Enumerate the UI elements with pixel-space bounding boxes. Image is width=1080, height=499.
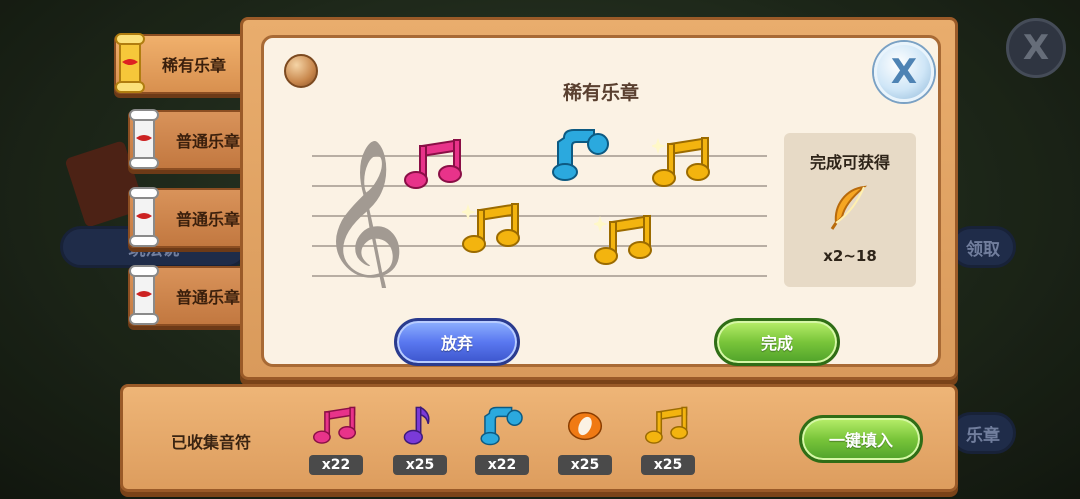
note-count: x22 xyxy=(475,455,529,475)
feather-icon xyxy=(830,185,868,230)
gold-beamed-note-icon[interactable] xyxy=(594,214,656,268)
gold-beamed-note-icon[interactable] xyxy=(652,136,714,190)
reward-title: 完成可获得 xyxy=(809,153,890,172)
complete-button[interactable]: 完成 xyxy=(714,318,840,366)
reward-count: x2~18 xyxy=(823,247,877,265)
reward-box: 完成可获得 x2~18 xyxy=(784,133,916,287)
complete-button-label: 完成 xyxy=(760,334,793,353)
tab-rare-chapter[interactable]: 稀有乐章 xyxy=(114,33,254,94)
fill-all-button[interactable]: 一键填入 xyxy=(799,415,923,463)
blue-eighth-note-icon xyxy=(480,406,523,446)
abandon-button-label: 放弃 xyxy=(440,334,473,353)
gold-beamed-note-icon xyxy=(645,406,689,444)
panel-inner: 稀有乐章 𝄞 完成可获得 x2~18 放弃 完成 xyxy=(261,35,941,367)
collected-note-blue[interactable]: x22 xyxy=(475,405,529,475)
abandon-button[interactable]: 放弃 xyxy=(394,318,520,366)
white-scroll-icon xyxy=(129,265,159,325)
orange-whole-note-icon xyxy=(567,411,603,441)
tab-label: 普通乐章 xyxy=(176,288,241,307)
gold-beamed-note-icon[interactable] xyxy=(462,202,524,256)
purple-eighth-note-icon xyxy=(403,406,430,445)
tab-label: 稀有乐章 xyxy=(162,56,227,75)
fill-all-button-label: 一键填入 xyxy=(828,431,893,450)
collected-note-orange[interactable]: x25 xyxy=(558,405,612,475)
golden-scroll-icon xyxy=(115,33,145,93)
note-count: x25 xyxy=(558,455,612,475)
collected-note-gold[interactable]: x25 xyxy=(641,405,695,475)
pink-beamed-note-icon xyxy=(313,406,357,444)
white-scroll-icon xyxy=(129,187,159,247)
collected-note-pink[interactable]: x22 xyxy=(309,405,363,475)
note-count: x25 xyxy=(641,455,695,475)
panel-title: 稀有乐章 xyxy=(562,82,639,104)
close-icon: X xyxy=(890,52,918,92)
white-scroll-icon xyxy=(129,109,159,169)
note-count: x22 xyxy=(309,455,363,475)
pink-beamed-note-icon[interactable] xyxy=(404,138,466,192)
tab-label: 普通乐章 xyxy=(176,210,241,229)
collected-note-purple[interactable]: x25 xyxy=(393,405,447,475)
treble-clef-icon: 𝄞 xyxy=(318,138,407,288)
close-button[interactable]: X xyxy=(874,42,934,102)
collected-notes-bar: 已收集音符 x22 x25 x22 x25 x25 一键填入 xyxy=(120,384,958,492)
rare-chapter-panel: 稀有乐章 𝄞 完成可获得 x2~18 放弃 完成 xyxy=(240,17,958,380)
blue-eighth-note-icon[interactable] xyxy=(550,128,612,182)
tab-label: 普通乐章 xyxy=(176,132,241,151)
collected-notes-label: 已收集音符 xyxy=(171,433,252,452)
note-count: x25 xyxy=(393,455,447,475)
